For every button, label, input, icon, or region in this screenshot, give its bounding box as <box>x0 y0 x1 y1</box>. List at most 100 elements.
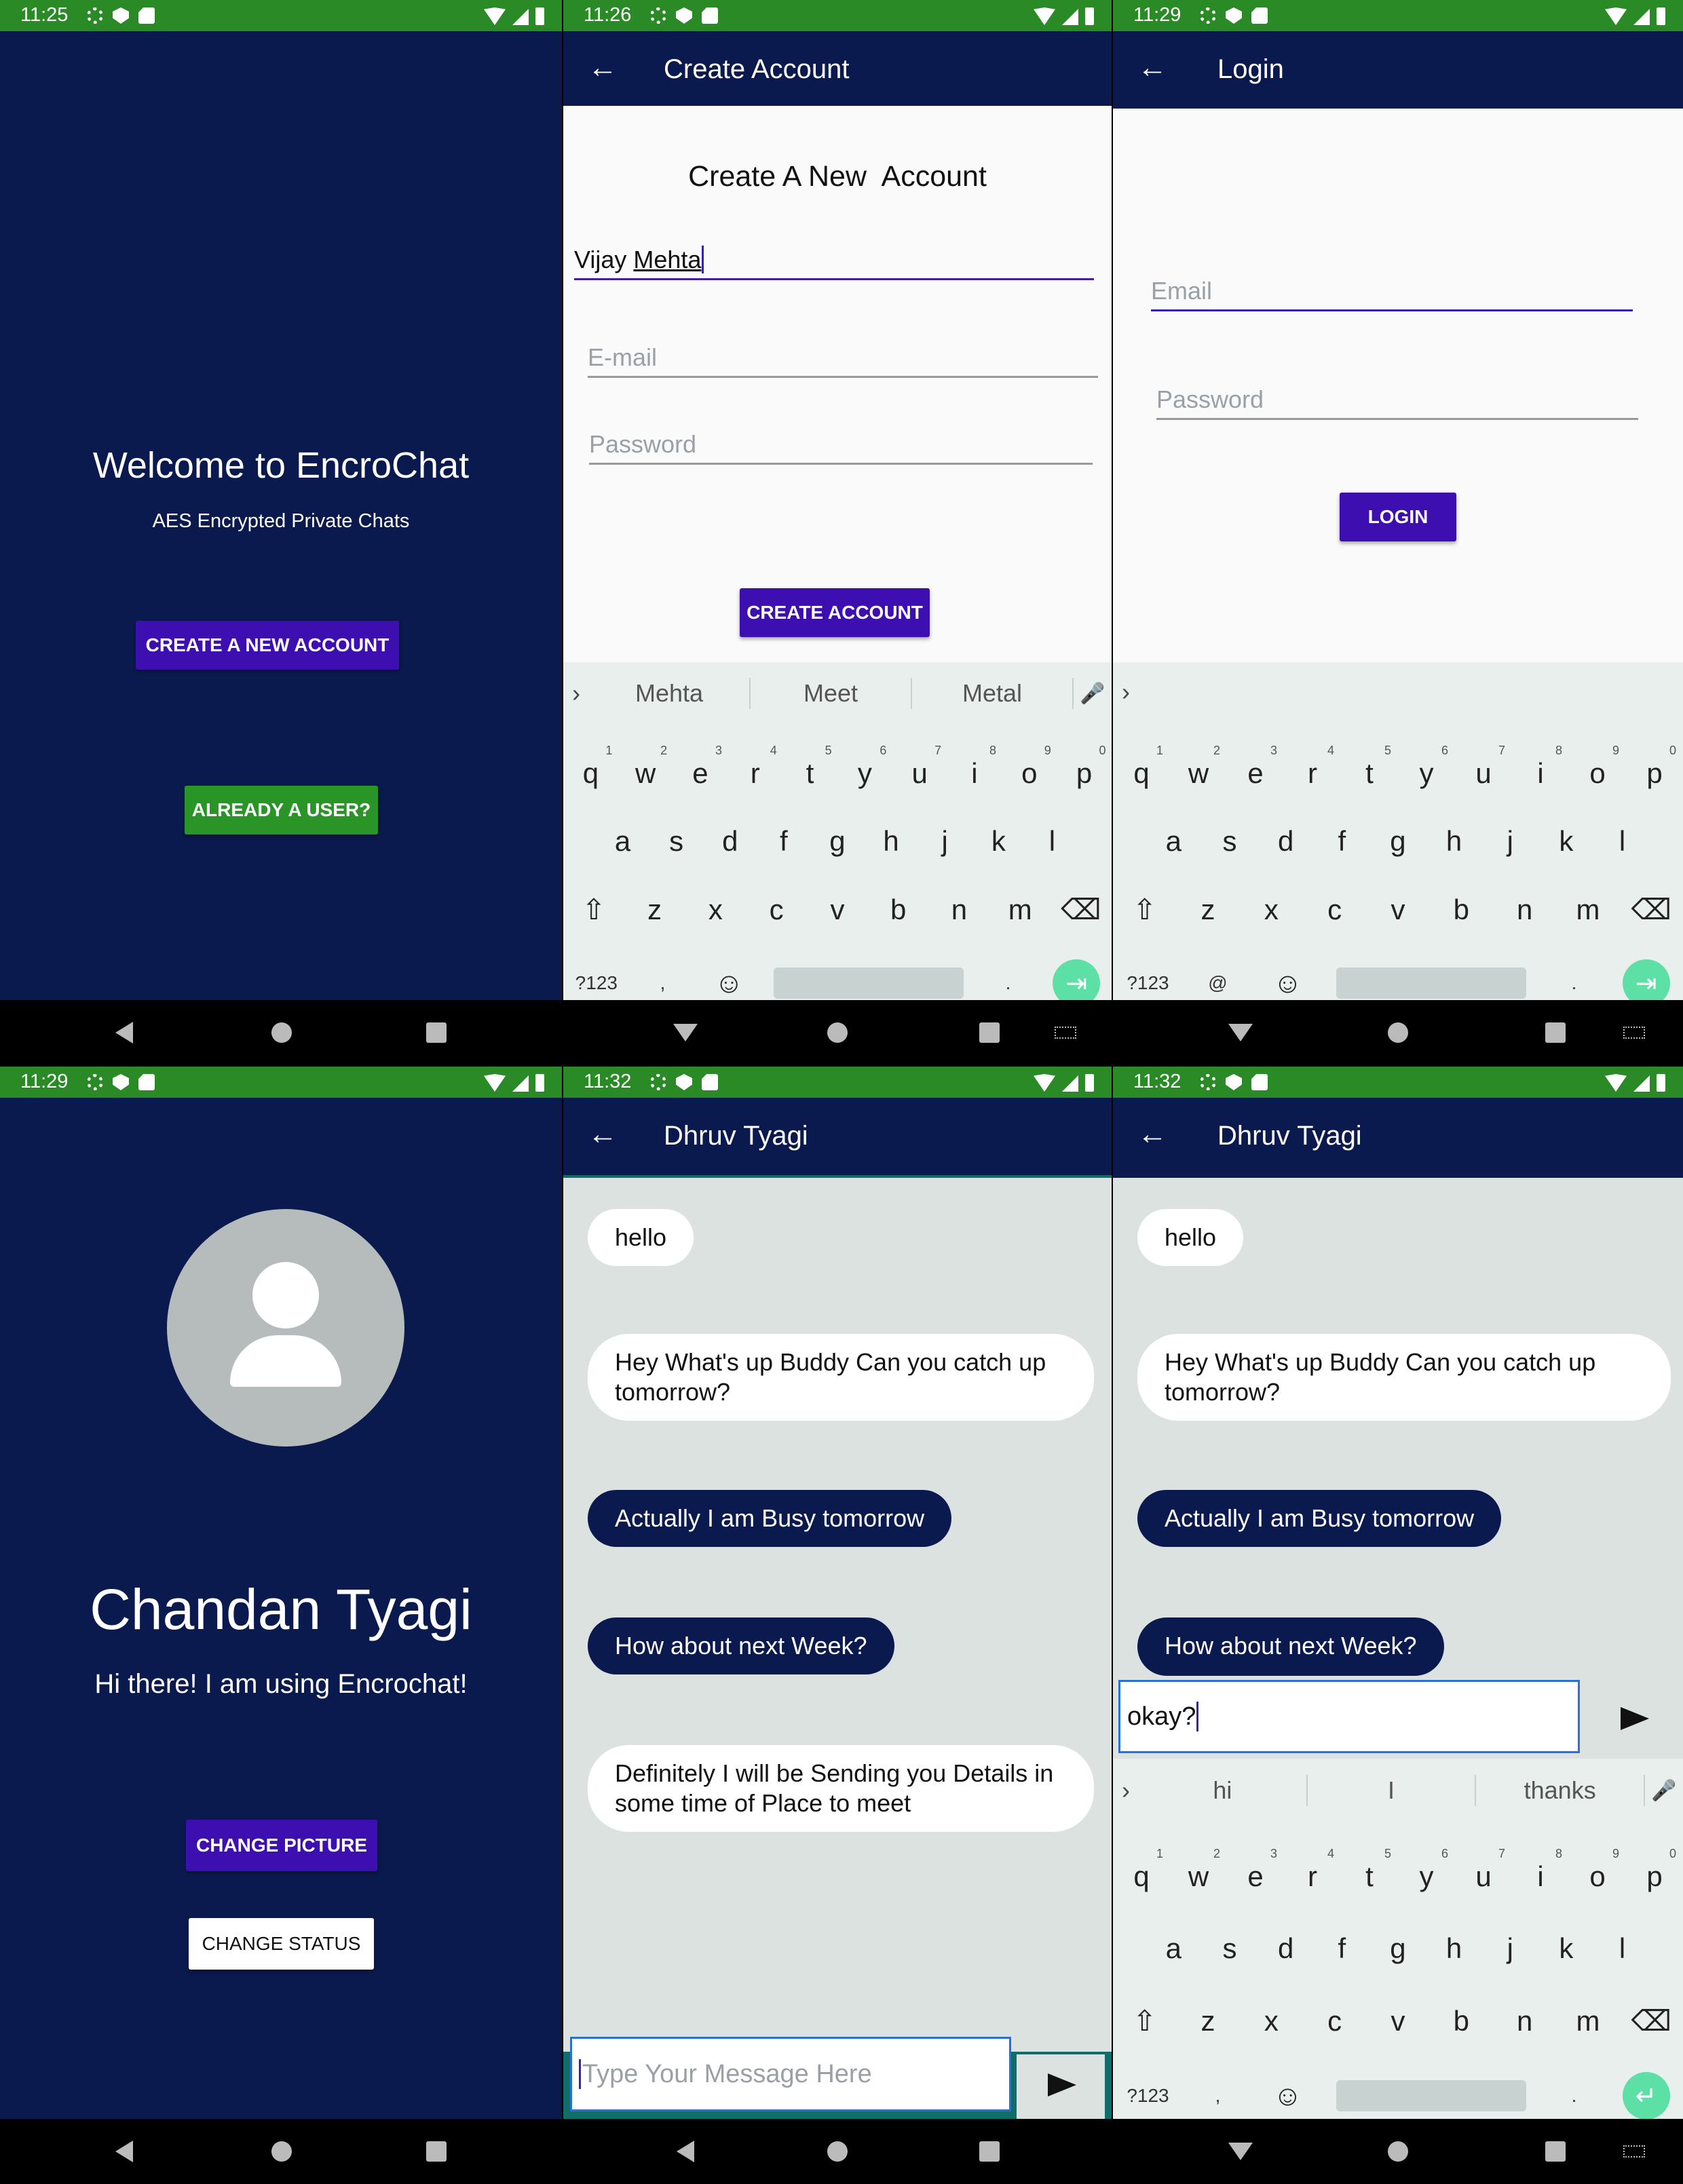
key-n[interactable]: n <box>1503 894 1547 926</box>
message-input[interactable]: Type Your Message Here <box>570 2037 1011 2111</box>
back-nav-icon[interactable] <box>677 2141 694 2162</box>
suggestion-word[interactable]: Metal <box>912 678 1074 709</box>
key-h[interactable]: h <box>1433 1932 1476 1965</box>
key-w[interactable]: w2 <box>624 744 667 790</box>
key-b[interactable]: b <box>1439 2005 1483 2037</box>
key-e[interactable]: e3 <box>1234 744 1277 790</box>
home-nav-icon[interactable] <box>827 2141 848 2162</box>
microphone-icon[interactable]: 🎤 <box>1074 682 1112 706</box>
key-b[interactable]: b <box>1439 894 1483 926</box>
back-arrow-icon[interactable]: ← <box>1137 1119 1167 1149</box>
home-nav-icon[interactable] <box>271 2141 292 2162</box>
space-key[interactable] <box>773 968 964 999</box>
change-picture-button[interactable]: CHANGE PICTURE <box>186 1820 377 1871</box>
microphone-icon[interactable]: 🎤 <box>1645 1779 1683 1803</box>
key-w[interactable]: w2 <box>1177 1847 1220 1893</box>
key-r[interactable]: r4 <box>1291 1847 1334 1893</box>
recents-nav-icon[interactable] <box>426 1022 447 1043</box>
backspace-icon[interactable]: ⌫ <box>1059 893 1103 926</box>
recents-nav-icon[interactable] <box>979 1022 1000 1043</box>
keyboard-switch-icon[interactable] <box>1055 1027 1076 1039</box>
key-c[interactable]: c <box>1313 894 1357 926</box>
key-t[interactable]: t5 <box>1348 1847 1391 1893</box>
key-c[interactable]: c <box>755 894 798 926</box>
key-m[interactable]: m <box>1566 894 1610 926</box>
key-z[interactable]: z <box>1186 2005 1230 2037</box>
key-l[interactable]: l <box>1030 825 1074 858</box>
key-g[interactable]: g <box>816 825 859 858</box>
key-j[interactable]: j <box>1488 1932 1532 1965</box>
key-s[interactable]: s <box>655 825 698 858</box>
back-nav-icon[interactable] <box>115 1022 133 1043</box>
key-o[interactable]: o9 <box>1576 744 1619 790</box>
comma-key[interactable]: , <box>641 972 684 994</box>
key-m[interactable]: m <box>998 894 1042 926</box>
key-m[interactable]: m <box>1566 2005 1610 2037</box>
key-q[interactable]: q1 <box>1120 1847 1163 1893</box>
key-d[interactable]: d <box>1264 1932 1308 1965</box>
key-a[interactable]: a <box>601 825 645 858</box>
back-nav-icon[interactable] <box>115 2141 133 2162</box>
hide-keyboard-icon[interactable] <box>1228 1024 1253 1041</box>
key-r[interactable]: r4 <box>1291 744 1334 790</box>
key-u[interactable]: u7 <box>1462 744 1505 790</box>
recents-nav-icon[interactable] <box>426 2141 447 2162</box>
key-s[interactable]: s <box>1208 825 1251 858</box>
key-k[interactable]: k <box>1545 825 1588 858</box>
key-x[interactable]: x <box>1249 894 1293 926</box>
home-nav-icon[interactable] <box>1388 1022 1408 1043</box>
key-f[interactable]: f <box>762 825 806 858</box>
change-status-button[interactable]: CHANGE STATUS <box>189 1918 374 1970</box>
key-d[interactable]: d <box>1264 825 1308 858</box>
key-o[interactable]: o9 <box>1008 744 1051 790</box>
backspace-icon[interactable]: ⌫ <box>1629 893 1673 926</box>
key-v[interactable]: v <box>1376 894 1420 926</box>
period-key[interactable]: . <box>1553 2085 1596 2107</box>
recents-nav-icon[interactable] <box>979 2141 1000 2162</box>
key-j[interactable]: j <box>923 825 966 858</box>
password-field[interactable]: Password <box>589 430 1093 465</box>
home-nav-icon[interactable] <box>1388 2141 1408 2162</box>
key-h[interactable]: h <box>869 825 913 858</box>
key-k[interactable]: k <box>1545 1932 1588 1965</box>
create-new-account-button[interactable]: CREATE A NEW ACCOUNT <box>136 621 399 670</box>
key-p[interactable]: p0 <box>1063 744 1106 790</box>
key-a[interactable]: a <box>1152 825 1195 858</box>
at-key[interactable]: @ <box>1196 972 1240 994</box>
home-nav-icon[interactable] <box>271 1022 292 1043</box>
shift-icon[interactable]: ⇧ <box>1123 2004 1167 2037</box>
keyboard-switch-icon[interactable] <box>1623 1027 1645 1039</box>
key-y[interactable]: y6 <box>1405 744 1449 790</box>
avatar[interactable] <box>167 1209 404 1447</box>
emoji-icon[interactable]: ☺ <box>707 967 751 999</box>
key-f[interactable]: f <box>1320 1932 1363 1965</box>
hide-keyboard-icon[interactable] <box>1228 2143 1253 2160</box>
key-u[interactable]: u7 <box>898 744 941 790</box>
key-g[interactable]: g <box>1376 825 1420 858</box>
key-f[interactable]: f <box>1320 825 1363 858</box>
key-s[interactable]: s <box>1208 1932 1251 1965</box>
backspace-icon[interactable]: ⌫ <box>1629 2004 1673 2037</box>
emoji-icon[interactable]: ☺ <box>1266 2080 1310 2112</box>
home-nav-icon[interactable] <box>827 1022 848 1043</box>
chevron-right-icon[interactable]: › <box>1113 1776 1139 1805</box>
already-a-user-button[interactable]: ALREADY A USER? <box>185 786 378 835</box>
key-o[interactable]: o9 <box>1576 1847 1619 1893</box>
space-key[interactable] <box>1336 2080 1526 2111</box>
key-q[interactable]: q1 <box>1120 744 1163 790</box>
key-z[interactable]: z <box>633 894 677 926</box>
key-y[interactable]: y6 <box>1405 1847 1449 1893</box>
password-field[interactable]: Password <box>1156 385 1638 420</box>
email-field[interactable]: Email <box>1151 277 1633 311</box>
key-t[interactable]: t5 <box>789 744 832 790</box>
shift-icon[interactable]: ⇧ <box>1123 893 1167 926</box>
period-key[interactable]: . <box>986 972 1029 994</box>
send-button[interactable] <box>1017 2054 1105 2120</box>
key-i[interactable]: i8 <box>953 744 996 790</box>
key-e[interactable]: e3 <box>679 744 722 790</box>
key-l[interactable]: l <box>1601 825 1644 858</box>
key-n[interactable]: n <box>937 894 981 926</box>
keyboard-switch-icon[interactable] <box>1623 2145 1645 2158</box>
suggestion-word[interactable]: thanks <box>1476 1775 1646 1806</box>
back-arrow-icon[interactable]: ← <box>1137 53 1167 83</box>
